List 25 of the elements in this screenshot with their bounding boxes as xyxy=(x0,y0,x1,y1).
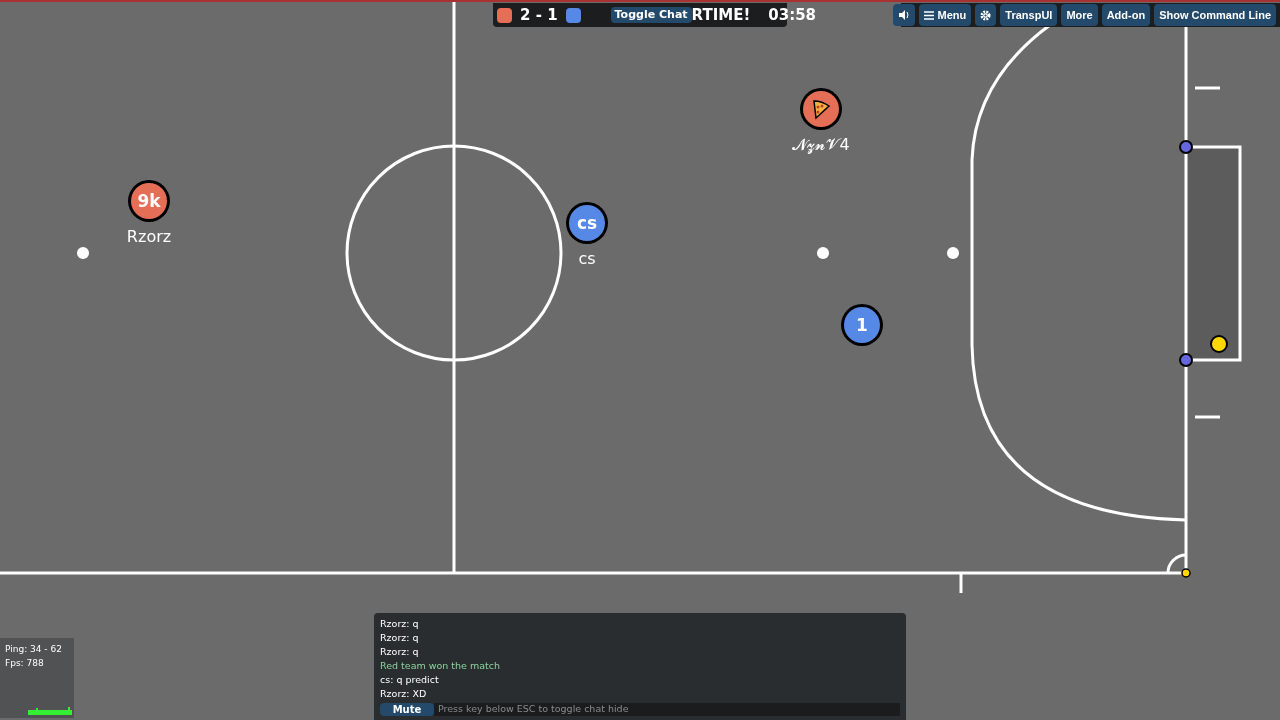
chat-message: Rzorz: q xyxy=(380,645,420,659)
mute-button[interactable]: Mute xyxy=(380,703,434,716)
chat-message: Rzorz: XD xyxy=(380,687,428,701)
menu-button[interactable]: Menu xyxy=(918,4,972,26)
toolbar-button[interactable]: Add-on xyxy=(1101,4,1151,26)
overtime-text: RTIME! xyxy=(691,4,751,26)
toggle-chat-button[interactable]: Toggle Chat xyxy=(610,6,692,24)
chat-input[interactable]: Press key below ESC to toggle chat hide xyxy=(434,703,900,716)
fps-text: Fps: 788 xyxy=(5,657,45,670)
player-name: Rzorz xyxy=(126,226,172,248)
match-timer: 03:58 xyxy=(768,4,817,26)
player-name: cs xyxy=(578,248,596,270)
player-avatar-text: 9k xyxy=(137,192,161,210)
chat-message: cs: q predict xyxy=(380,673,440,687)
player-avatar-text: cs xyxy=(576,214,598,232)
score: 2 - 1 xyxy=(520,4,558,26)
toolbar-button[interactable]: TranspUI xyxy=(1000,4,1058,26)
toolbar-button[interactable]: Show Command Line xyxy=(1154,4,1276,26)
chat-message: Rzorz: q xyxy=(380,631,420,645)
chat-message: Rzorz: q xyxy=(380,617,420,631)
ping-text: Ping: 34 - 62 xyxy=(5,643,63,656)
system-message: Red team won the match xyxy=(380,659,501,673)
player-name: 𝓝𝔃𝓷𝓥4 xyxy=(792,134,850,156)
toolbar-button[interactable]: More xyxy=(1061,4,1098,26)
player-avatar-text: 1 xyxy=(856,316,868,334)
